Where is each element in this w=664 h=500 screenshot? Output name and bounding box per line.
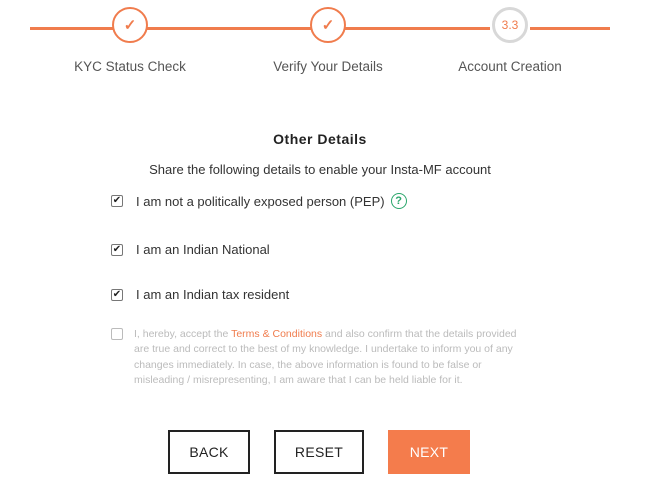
- step-number: 3.3: [501, 18, 519, 32]
- step-label: Account Creation: [458, 59, 562, 74]
- pep-checkbox-label: I am not a politically exposed person (P…: [136, 193, 385, 209]
- next-button[interactable]: NEXT: [388, 430, 470, 474]
- section-subtitle: Share the following details to enable yo…: [149, 162, 491, 177]
- tax-resident-checkbox[interactable]: ✔: [111, 288, 123, 301]
- step-circle: ✓: [310, 7, 346, 43]
- tax-resident-label: I am an Indian tax resident: [136, 287, 290, 302]
- help-icon[interactable]: ?: [390, 193, 407, 209]
- back-button[interactable]: BACK: [168, 430, 250, 474]
- indian-national-checkbox-row[interactable]: ✔ I am an Indian National: [111, 242, 270, 257]
- step-circle: 3.3: [492, 7, 528, 43]
- reset-button[interactable]: RESET: [274, 430, 364, 474]
- terms-prefix: I, hereby, accept the: [134, 328, 232, 340]
- section-title: Other Details: [273, 131, 367, 147]
- step-circle: ✓: [112, 7, 148, 43]
- terms-checkbox-row[interactable]: I, hereby, accept the Terms & Conditions…: [111, 327, 524, 389]
- step-label: KYC Status Check: [74, 59, 186, 74]
- pep-checkbox-row[interactable]: ✔ I am not a politically exposed person …: [111, 193, 407, 209]
- check-icon: ✓: [123, 17, 137, 34]
- pep-checkbox[interactable]: ✔: [111, 195, 123, 207]
- check-icon: ✓: [321, 17, 335, 34]
- step-account-creation: 3.3 Account Creation: [430, 7, 590, 74]
- terms-text: I, hereby, accept the Terms & Conditions…: [134, 327, 524, 389]
- indian-national-checkbox[interactable]: ✔: [111, 243, 123, 256]
- step-label: Verify Your Details: [273, 59, 383, 74]
- terms-and-conditions-link[interactable]: Terms & Conditions: [231, 328, 322, 340]
- tax-resident-checkbox-row[interactable]: ✔ I am an Indian tax resident: [111, 287, 289, 302]
- indian-national-label: I am an Indian National: [136, 242, 270, 257]
- terms-checkbox[interactable]: [111, 328, 123, 340]
- step-kyc-status-check: ✓ KYC Status Check: [50, 7, 210, 74]
- step-verify-your-details: ✓ Verify Your Details: [248, 7, 408, 74]
- progress-stepper: ✓ KYC Status Check ✓ Verify Your Details…: [0, 0, 664, 90]
